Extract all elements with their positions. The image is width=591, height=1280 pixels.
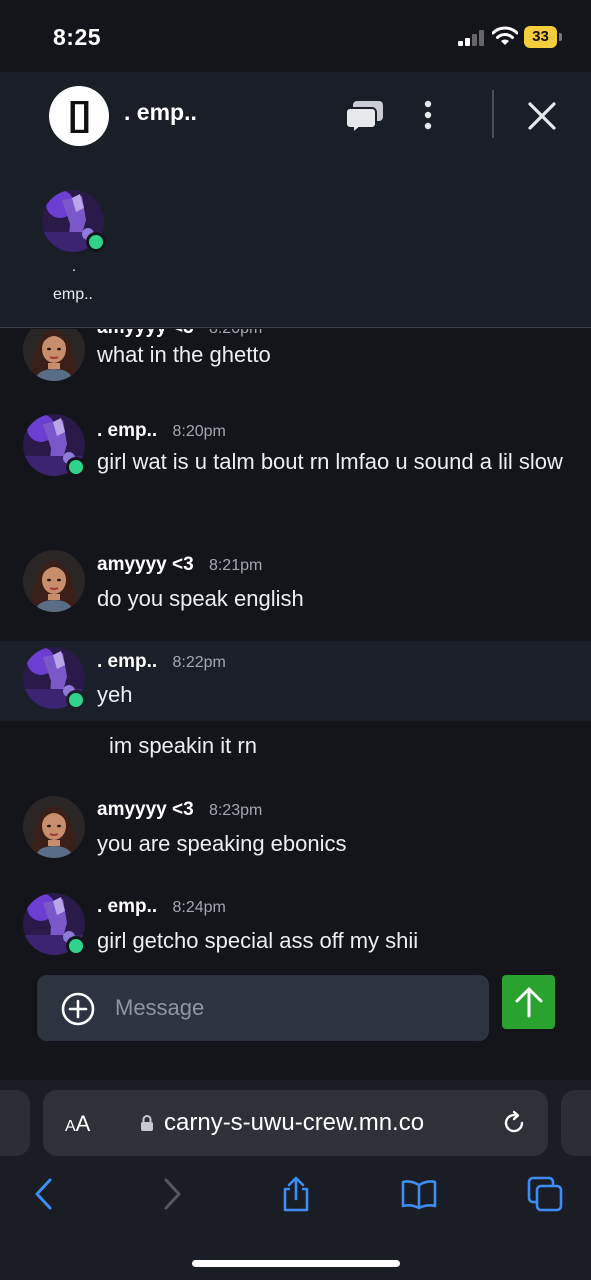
message-item[interactable]: amyyyy <3 8:20pm what in the ghetto bbox=[0, 329, 591, 381]
reader-text-size-button[interactable]: AA bbox=[65, 1111, 90, 1137]
address-bar[interactable]: AA carny-s-uwu-crew.mn.co bbox=[43, 1090, 548, 1156]
message-item[interactable]: im speakin it rn bbox=[0, 727, 591, 767]
message-author[interactable]: amyyyy <3 bbox=[97, 799, 194, 820]
message-timestamp: 8:24pm bbox=[172, 899, 226, 916]
member-name-prefix: . bbox=[71, 258, 77, 275]
message-item[interactable]: amyyyy <3 8:23pm you are speaking ebonic… bbox=[0, 796, 591, 866]
tabs-icon[interactable] bbox=[527, 1176, 563, 1212]
send-button[interactable] bbox=[502, 975, 555, 1029]
message-item[interactable]: . emp.. 8:24pm girl getcho special ass o… bbox=[0, 893, 591, 963]
member-name: emp.. bbox=[52, 286, 93, 303]
message-text: you are speaking ebonics bbox=[97, 831, 347, 856]
message-list[interactable]: amyyyy <3 8:20pm what in the ghetto . em… bbox=[0, 329, 591, 965]
message-text: girl wat is u talm bout rn lmfao u sound… bbox=[97, 449, 563, 474]
bookmarks-icon[interactable] bbox=[401, 1176, 437, 1212]
forward-icon[interactable] bbox=[154, 1176, 190, 1212]
conversations-icon[interactable] bbox=[345, 98, 385, 134]
message-timestamp: 8:21pm bbox=[208, 557, 263, 574]
browser-toolbar: AA carny-s-uwu-crew.mn.co bbox=[0, 1080, 591, 1280]
message-timestamp: 8:23pm bbox=[208, 802, 263, 819]
share-icon[interactable] bbox=[278, 1176, 314, 1212]
reload-icon[interactable] bbox=[501, 1110, 527, 1136]
message-timestamp: 8:22pm bbox=[172, 654, 226, 671]
add-attachment-icon[interactable] bbox=[61, 992, 95, 1026]
avatar[interactable] bbox=[23, 796, 85, 858]
message-item[interactable]: amyyyy <3 8:21pm do you speak english bbox=[0, 550, 591, 620]
header-divider bbox=[492, 90, 494, 138]
message-text: what in the ghetto bbox=[97, 342, 271, 367]
member-avatar[interactable] bbox=[42, 190, 106, 252]
message-author[interactable]: amyyyy <3 bbox=[97, 554, 194, 575]
chat-header: [] . emp.. . emp.. bbox=[0, 72, 591, 328]
back-icon[interactable] bbox=[26, 1176, 62, 1212]
message-author[interactable]: . emp.. bbox=[97, 651, 157, 672]
avatar[interactable] bbox=[23, 550, 85, 612]
online-status-dot bbox=[66, 457, 86, 477]
message-placeholder: Message bbox=[115, 995, 205, 1020]
message-author[interactable]: . emp.. bbox=[97, 420, 157, 441]
previous-tab-preview[interactable] bbox=[0, 1090, 30, 1156]
message-text: im speakin it rn bbox=[109, 733, 257, 758]
message-item[interactable]: . emp.. 8:20pm girl wat is u talm bout r… bbox=[0, 414, 591, 524]
message-author[interactable]: . emp.. bbox=[97, 896, 157, 917]
message-composer: Message bbox=[0, 965, 591, 1080]
message-item[interactable]: . emp.. 8:22pm yeh bbox=[0, 647, 591, 717]
arrow-up-icon bbox=[515, 987, 543, 1018]
home-indicator[interactable] bbox=[192, 1260, 400, 1267]
online-status-dot bbox=[66, 936, 86, 956]
message-input[interactable]: Message bbox=[37, 975, 489, 1041]
online-status-dot bbox=[66, 690, 86, 710]
url-text[interactable]: carny-s-uwu-crew.mn.co bbox=[164, 1109, 424, 1137]
wifi-icon bbox=[492, 26, 518, 45]
message-text: girl getcho special ass off my shii bbox=[97, 928, 419, 953]
close-icon[interactable] bbox=[526, 100, 558, 132]
next-tab-preview[interactable] bbox=[561, 1090, 591, 1156]
cellular-signal-icon bbox=[458, 30, 486, 46]
message-text: do you speak english bbox=[97, 586, 304, 611]
avatar[interactable] bbox=[23, 329, 85, 381]
chat-avatar[interactable]: [] bbox=[49, 86, 109, 146]
battery-level: 33 bbox=[524, 26, 557, 48]
message-timestamp: 8:20pm bbox=[172, 423, 226, 440]
status-bar: 8:25 33 bbox=[0, 0, 591, 72]
more-options-icon[interactable] bbox=[418, 98, 438, 132]
lock-icon bbox=[141, 1115, 153, 1131]
chat-title[interactable]: . emp.. bbox=[124, 99, 197, 126]
message-text: yeh bbox=[97, 682, 133, 707]
battery-icon: 33 bbox=[524, 26, 562, 48]
status-time: 8:25 bbox=[53, 24, 102, 50]
online-status-dot bbox=[86, 232, 106, 252]
